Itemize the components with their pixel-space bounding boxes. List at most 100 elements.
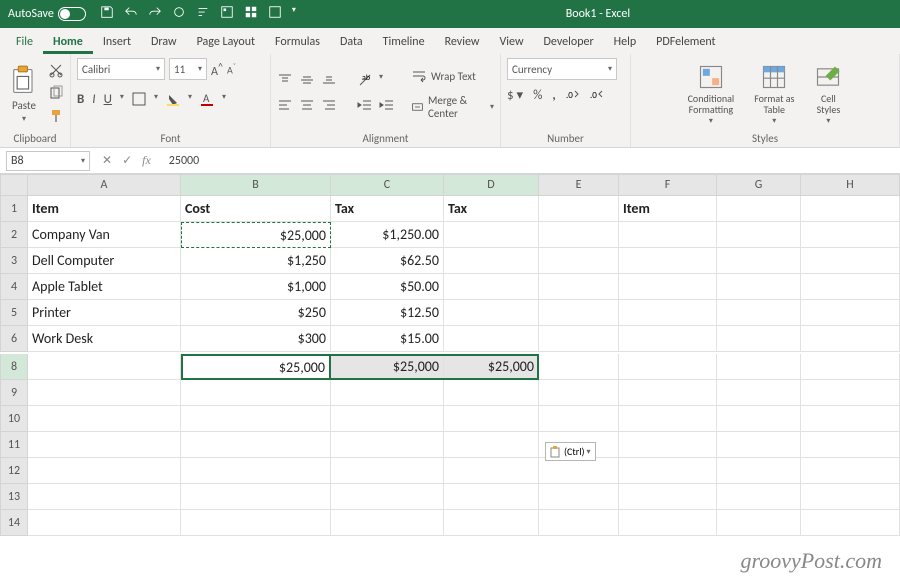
cell-B2[interactable]: $25,000 (181, 222, 331, 248)
merge-center-button[interactable]: Merge & Center▾ (411, 94, 494, 120)
cell-F1[interactable]: Item (619, 196, 717, 222)
format-painter-icon[interactable] (48, 108, 64, 127)
column-header-C[interactable]: C (331, 174, 444, 196)
increase-decimal-icon[interactable]: .0 (566, 88, 580, 106)
tab-page-layout[interactable]: Page Layout (187, 30, 265, 54)
column-header-F[interactable]: F (619, 174, 717, 196)
cell-E8[interactable] (539, 354, 619, 380)
tab-file[interactable]: File (6, 30, 43, 54)
cell-E5[interactable] (539, 300, 619, 326)
cell-C5[interactable]: $12.50 (331, 300, 444, 326)
cell-D14[interactable] (444, 510, 539, 536)
tab-timeline[interactable]: Timeline (373, 30, 435, 54)
cell-H11[interactable] (801, 432, 900, 458)
column-header-G[interactable]: G (717, 174, 801, 196)
fx-icon[interactable]: fx (142, 153, 151, 168)
accounting-icon[interactable]: $ ▾ (507, 88, 523, 106)
row-header-6[interactable]: 6 (0, 326, 28, 352)
cell-H2[interactable] (801, 222, 900, 248)
cell-B12[interactable] (181, 458, 331, 484)
cell-H9[interactable] (801, 380, 900, 406)
column-header-E[interactable]: E (539, 174, 619, 196)
cell-D9[interactable] (444, 380, 539, 406)
cell-C1[interactable]: Tax (331, 196, 444, 222)
cell-D2[interactable] (444, 222, 539, 248)
column-header-B[interactable]: B (181, 174, 331, 196)
cancel-icon[interactable]: ✕ (102, 153, 112, 168)
toggle-off-icon[interactable] (58, 7, 86, 21)
cell-H6[interactable] (801, 326, 900, 352)
cell-H14[interactable] (801, 510, 900, 536)
row-header-14[interactable]: 14 (0, 510, 28, 536)
cell-D13[interactable] (444, 484, 539, 510)
cell-F14[interactable] (619, 510, 717, 536)
cell-G2[interactable] (717, 222, 801, 248)
decrease-font-icon[interactable]: Aˇ (227, 62, 236, 76)
cell-G3[interactable] (717, 248, 801, 274)
cell-E1[interactable] (539, 196, 619, 222)
cell-D1[interactable]: Tax (444, 196, 539, 222)
row-header-4[interactable]: 4 (0, 274, 28, 300)
cell-G4[interactable] (717, 274, 801, 300)
tab-insert[interactable]: Insert (93, 30, 141, 54)
grid-icon[interactable] (244, 5, 258, 23)
align-bottom-icon[interactable] (321, 72, 337, 91)
cell-B8[interactable]: $25,000 (181, 354, 331, 380)
paste-button[interactable]: Paste ▾ (6, 63, 42, 126)
fill-color-icon[interactable] (166, 92, 180, 110)
formula-input[interactable]: 25000 (163, 154, 900, 168)
redo-icon[interactable] (148, 5, 162, 23)
cell-G8[interactable] (717, 354, 801, 380)
cell-F2[interactable] (619, 222, 717, 248)
cell-D10[interactable] (444, 406, 539, 432)
column-header-H[interactable]: H (801, 174, 900, 196)
cell-E12[interactable] (539, 458, 619, 484)
align-right-icon[interactable] (321, 97, 337, 116)
tab-data[interactable]: Data (330, 30, 373, 54)
increase-indent-icon[interactable] (379, 97, 395, 116)
cell-B5[interactable]: $250 (181, 300, 331, 326)
tab-developer[interactable]: Developer (534, 30, 604, 54)
cell-E9[interactable] (539, 380, 619, 406)
cell-B14[interactable] (181, 510, 331, 536)
save-icon[interactable] (100, 5, 114, 23)
cell-D11[interactable] (444, 432, 539, 458)
cell-A1[interactable]: Item (28, 196, 181, 222)
row-header-13[interactable]: 13 (0, 484, 28, 510)
cell-A6[interactable]: Work Desk (28, 326, 181, 352)
cell-H10[interactable] (801, 406, 900, 432)
cell-D12[interactable] (444, 458, 539, 484)
cell-H8[interactable] (801, 354, 900, 380)
cell-D5[interactable] (444, 300, 539, 326)
cell-C9[interactable] (331, 380, 444, 406)
cell-B10[interactable] (181, 406, 331, 432)
cell-H13[interactable] (801, 484, 900, 510)
cell-G13[interactable] (717, 484, 801, 510)
cell-F8[interactable] (619, 354, 717, 380)
cell-A4[interactable]: Apple Tablet (28, 274, 181, 300)
cell-H12[interactable] (801, 458, 900, 484)
tab-draw[interactable]: Draw (141, 30, 187, 54)
cell-F10[interactable] (619, 406, 717, 432)
row-header-3[interactable]: 3 (0, 248, 28, 274)
increase-font-icon[interactable]: A^ (211, 60, 223, 79)
touch-icon[interactable] (172, 5, 186, 23)
pivot-icon[interactable] (268, 5, 282, 23)
percent-icon[interactable]: % (533, 88, 542, 106)
undo-icon[interactable] (124, 5, 138, 23)
row-header-9[interactable]: 9 (0, 380, 28, 406)
tab-formulas[interactable]: Formulas (265, 30, 330, 54)
font-size-select[interactable]: 11▾ (169, 58, 207, 80)
font-color-icon[interactable]: A (200, 92, 214, 110)
cell-C8[interactable]: $25,000 (331, 354, 444, 380)
cut-icon[interactable] (48, 62, 64, 81)
enter-icon[interactable]: ✓ (122, 153, 132, 168)
row-header-1[interactable]: 1 (0, 196, 28, 222)
form-icon[interactable] (220, 5, 234, 23)
cell-E2[interactable] (539, 222, 619, 248)
cell-D6[interactable] (444, 326, 539, 352)
cell-C2[interactable]: $1,250.00 (331, 222, 444, 248)
conditional-formatting-button[interactable]: Conditional Formatting▾ (684, 63, 739, 126)
cell-F12[interactable] (619, 458, 717, 484)
cell-A2[interactable]: Company Van (28, 222, 181, 248)
